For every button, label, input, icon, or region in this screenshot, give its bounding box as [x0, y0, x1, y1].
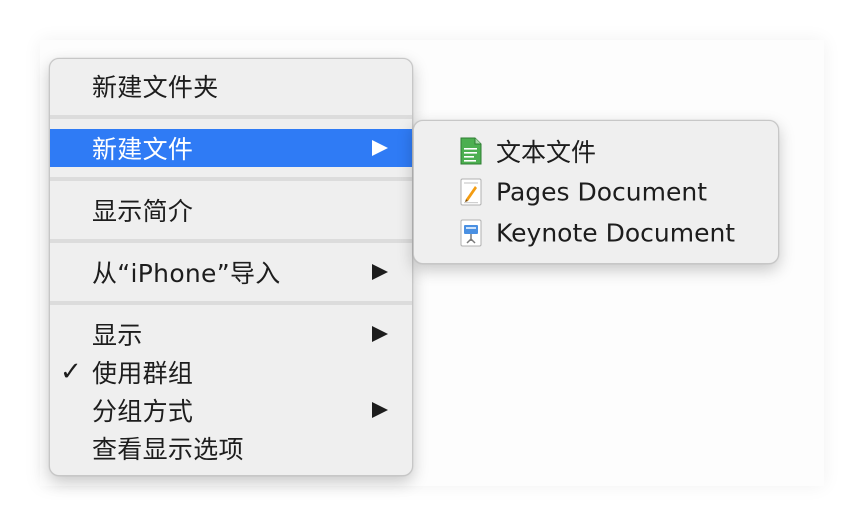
- pages-document-icon: [460, 178, 482, 206]
- submenu-arrow-icon: [372, 264, 388, 280]
- submenu-item-keynote-document[interactable]: Keynote Document: [414, 213, 778, 253]
- menu-item-label: 查看显示选项: [92, 435, 244, 464]
- new-file-submenu: 文本文件 Pages Document Keynote Document: [413, 120, 779, 264]
- submenu-item-text-file[interactable]: 文本文件: [414, 131, 778, 171]
- submenu-arrow-icon: [372, 326, 388, 342]
- submenu-item-label: Pages Document: [496, 177, 708, 207]
- menu-item-new-folder[interactable]: 新建文件夹: [50, 67, 412, 105]
- checkmark-icon: ✓: [60, 357, 82, 387]
- text-file-icon: [460, 137, 482, 165]
- submenu-item-pages-document[interactable]: Pages Document: [414, 172, 778, 212]
- keynote-document-icon: [460, 219, 482, 247]
- menu-item-get-info[interactable]: 显示简介: [50, 191, 412, 229]
- menu-separator: [50, 301, 412, 305]
- menu-item-use-groups[interactable]: ✓ 使用群组: [50, 353, 412, 391]
- menu-item-label: 新建文件夹: [92, 73, 219, 102]
- menu-item-label: 显示简介: [92, 197, 194, 226]
- menu-item-label: 使用群组: [92, 359, 194, 388]
- submenu-item-label: Keynote Document: [496, 218, 736, 248]
- menu-item-label: 从“iPhone”导入: [92, 259, 281, 288]
- menu-item-label: 新建文件: [92, 135, 194, 164]
- menu-separator: [50, 115, 412, 119]
- submenu-item-label: 文本文件: [496, 138, 597, 167]
- context-menu: 新建文件夹 新建文件 显示简介 从“iPhone”导入 显示 ✓ 使用群组 分组…: [49, 58, 413, 476]
- menu-item-new-file[interactable]: 新建文件: [50, 129, 412, 167]
- menu-item-import-from-iphone[interactable]: 从“iPhone”导入: [50, 253, 412, 291]
- menu-separator: [50, 177, 412, 181]
- submenu-arrow-icon: [372, 140, 388, 156]
- menu-separator: [50, 239, 412, 243]
- menu-item-show[interactable]: 显示: [50, 315, 412, 353]
- menu-item-label: 分组方式: [92, 397, 194, 426]
- menu-item-group-by[interactable]: 分组方式: [50, 391, 412, 429]
- menu-item-label: 显示: [92, 321, 143, 350]
- submenu-arrow-icon: [372, 402, 388, 418]
- menu-item-view-options[interactable]: 查看显示选项: [50, 429, 412, 467]
